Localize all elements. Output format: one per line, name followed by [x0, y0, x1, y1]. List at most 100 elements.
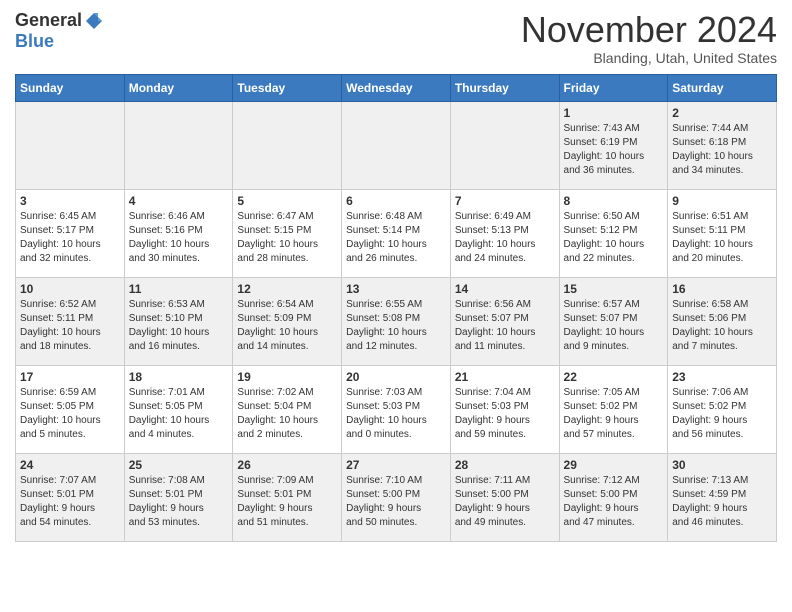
- logo-general-text: General: [15, 10, 82, 31]
- day-info: Sunrise: 6:46 AM Sunset: 5:16 PM Dayligh…: [129, 210, 229, 266]
- table-row: 2 Sunrise: 7:44 AM Sunset: 6:18 PM Daylig…: [668, 101, 777, 189]
- day-number: 8: [564, 194, 664, 208]
- table-row: 28 Sunrise: 7:11 AM Sunset: 5:00 PM Dayli…: [450, 453, 559, 541]
- col-wednesday: Wednesday: [342, 74, 451, 101]
- day-number: 27: [346, 458, 446, 472]
- col-saturday: Saturday: [668, 74, 777, 101]
- table-row: 23 Sunrise: 7:06 AM Sunset: 5:02 PM Dayli…: [668, 365, 777, 453]
- day-number: 2: [672, 106, 772, 120]
- day-number: 18: [129, 370, 229, 384]
- day-number: 15: [564, 282, 664, 296]
- table-row: 4 Sunrise: 6:46 AM Sunset: 5:16 PM Daylig…: [124, 189, 233, 277]
- day-number: 19: [237, 370, 337, 384]
- calendar-page: General Blue November 2024 Blanding, Uta…: [0, 0, 792, 552]
- day-info: Sunrise: 6:49 AM Sunset: 5:13 PM Dayligh…: [455, 210, 555, 266]
- table-row: 9Sunrise: 6:51 AM Sunset: 5:11 PM Daylig…: [668, 189, 777, 277]
- col-thursday: Thursday: [450, 74, 559, 101]
- calendar-header: Sunday Monday Tuesday Wednesday Thursday…: [16, 74, 777, 101]
- day-info: Sunrise: 6:59 AM Sunset: 5:05 PM Dayligh…: [20, 386, 120, 442]
- day-info: Sunrise: 7:04 AM Sunset: 5:03 PM Dayligh…: [455, 386, 555, 442]
- day-number: 4: [129, 194, 229, 208]
- table-row: 24 Sunrise: 7:07 AM Sunset: 5:01 PM Dayli…: [16, 453, 125, 541]
- table-row: [342, 101, 451, 189]
- day-number: 6: [346, 194, 446, 208]
- day-info: Sunrise: 7:10 AM Sunset: 5:00 PM Dayligh…: [346, 474, 446, 530]
- day-number: 29: [564, 458, 664, 472]
- table-row: 25 Sunrise: 7:08 AM Sunset: 5:01 PM Dayli…: [124, 453, 233, 541]
- day-info: Sunrise: 7:43 AM Sunset: 6:19 PM Dayligh…: [564, 122, 664, 178]
- day-info: Sunrise: 7:12 AM Sunset: 5:00 PM Dayligh…: [564, 474, 664, 530]
- day-number: 12: [237, 282, 337, 296]
- day-info: Sunrise: 6:45 AM Sunset: 5:17 PM Dayligh…: [20, 210, 120, 266]
- weekday-row: Sunday Monday Tuesday Wednesday Thursday…: [16, 74, 777, 101]
- day-info: Sunrise: 6:56 AM Sunset: 5:07 PM Dayligh…: [455, 298, 555, 354]
- table-row: 7 Sunrise: 6:49 AM Sunset: 5:13 PM Daylig…: [450, 189, 559, 277]
- day-info: Sunrise: 7:09 AM Sunset: 5:01 PM Dayligh…: [237, 474, 337, 530]
- day-info: Sunrise: 7:07 AM Sunset: 5:01 PM Dayligh…: [20, 474, 120, 530]
- table-row: 27 Sunrise: 7:10 AM Sunset: 5:00 PM Dayli…: [342, 453, 451, 541]
- col-monday: Monday: [124, 74, 233, 101]
- day-number: 23: [672, 370, 772, 384]
- day-number: 5: [237, 194, 337, 208]
- day-number: 21: [455, 370, 555, 384]
- table-row: 17 Sunrise: 6:59 AM Sunset: 5:05 PM Dayli…: [16, 365, 125, 453]
- day-info: Sunrise: 7:13 AM Sunset: 4:59 PM Dayligh…: [672, 474, 772, 530]
- day-info: Sunrise: 6:54 AM Sunset: 5:09 PM Dayligh…: [237, 298, 337, 354]
- table-row: 22Sunrise: 7:05 AM Sunset: 5:02 PM Dayli…: [559, 365, 668, 453]
- day-number: 7: [455, 194, 555, 208]
- table-row: 1Sunrise: 7:43 AM Sunset: 6:19 PM Daylig…: [559, 101, 668, 189]
- location: Blanding, Utah, United States: [521, 50, 777, 66]
- day-info: Sunrise: 7:08 AM Sunset: 5:01 PM Dayligh…: [129, 474, 229, 530]
- week-row: 17 Sunrise: 6:59 AM Sunset: 5:05 PM Dayli…: [16, 365, 777, 453]
- day-number: 3: [20, 194, 120, 208]
- table-row: 15Sunrise: 6:57 AM Sunset: 5:07 PM Dayli…: [559, 277, 668, 365]
- day-number: 25: [129, 458, 229, 472]
- table-row: 8 Sunrise: 6:50 AM Sunset: 5:12 PM Daylig…: [559, 189, 668, 277]
- day-number: 24: [20, 458, 120, 472]
- table-row: 18 Sunrise: 7:01 AM Sunset: 5:05 PM Dayli…: [124, 365, 233, 453]
- day-info: Sunrise: 6:52 AM Sunset: 5:11 PM Dayligh…: [20, 298, 120, 354]
- week-row: 10 Sunrise: 6:52 AM Sunset: 5:11 PM Dayli…: [16, 277, 777, 365]
- table-row: 16 Sunrise: 6:58 AM Sunset: 5:06 PM Dayli…: [668, 277, 777, 365]
- calendar-body: 1Sunrise: 7:43 AM Sunset: 6:19 PM Daylig…: [16, 101, 777, 541]
- day-info: Sunrise: 6:58 AM Sunset: 5:06 PM Dayligh…: [672, 298, 772, 354]
- logo-blue-text: Blue: [15, 31, 54, 51]
- table-row: 13 Sunrise: 6:55 AM Sunset: 5:08 PM Dayli…: [342, 277, 451, 365]
- table-row: 6 Sunrise: 6:48 AM Sunset: 5:14 PM Daylig…: [342, 189, 451, 277]
- day-number: 13: [346, 282, 446, 296]
- day-number: 10: [20, 282, 120, 296]
- table-row: 21 Sunrise: 7:04 AM Sunset: 5:03 PM Dayli…: [450, 365, 559, 453]
- day-info: Sunrise: 7:01 AM Sunset: 5:05 PM Dayligh…: [129, 386, 229, 442]
- table-row: 19 Sunrise: 7:02 AM Sunset: 5:04 PM Dayli…: [233, 365, 342, 453]
- day-info: Sunrise: 7:02 AM Sunset: 5:04 PM Dayligh…: [237, 386, 337, 442]
- day-info: Sunrise: 7:11 AM Sunset: 5:00 PM Dayligh…: [455, 474, 555, 530]
- day-number: 20: [346, 370, 446, 384]
- logo: General Blue: [15, 10, 104, 52]
- table-row: 5Sunrise: 6:47 AM Sunset: 5:15 PM Daylig…: [233, 189, 342, 277]
- day-number: 11: [129, 282, 229, 296]
- table-row: [450, 101, 559, 189]
- week-row: 3 Sunrise: 6:45 AM Sunset: 5:17 PM Daylig…: [16, 189, 777, 277]
- day-info: Sunrise: 6:50 AM Sunset: 5:12 PM Dayligh…: [564, 210, 664, 266]
- table-row: [16, 101, 125, 189]
- calendar-table: Sunday Monday Tuesday Wednesday Thursday…: [15, 74, 777, 542]
- week-row: 24 Sunrise: 7:07 AM Sunset: 5:01 PM Dayli…: [16, 453, 777, 541]
- day-info: Sunrise: 6:48 AM Sunset: 5:14 PM Dayligh…: [346, 210, 446, 266]
- day-info: Sunrise: 7:44 AM Sunset: 6:18 PM Dayligh…: [672, 122, 772, 178]
- table-row: 11 Sunrise: 6:53 AM Sunset: 5:10 PM Dayli…: [124, 277, 233, 365]
- table-row: 3 Sunrise: 6:45 AM Sunset: 5:17 PM Daylig…: [16, 189, 125, 277]
- day-number: 30: [672, 458, 772, 472]
- table-row: [233, 101, 342, 189]
- day-info: Sunrise: 6:55 AM Sunset: 5:08 PM Dayligh…: [346, 298, 446, 354]
- day-number: 16: [672, 282, 772, 296]
- day-number: 17: [20, 370, 120, 384]
- day-info: Sunrise: 7:05 AM Sunset: 5:02 PM Dayligh…: [564, 386, 664, 442]
- month-title: November 2024: [521, 10, 777, 50]
- day-info: Sunrise: 6:53 AM Sunset: 5:10 PM Dayligh…: [129, 298, 229, 354]
- table-row: 12 Sunrise: 6:54 AM Sunset: 5:09 PM Dayli…: [233, 277, 342, 365]
- col-sunday: Sunday: [16, 74, 125, 101]
- day-number: 28: [455, 458, 555, 472]
- table-row: 10 Sunrise: 6:52 AM Sunset: 5:11 PM Dayli…: [16, 277, 125, 365]
- table-row: 30 Sunrise: 7:13 AM Sunset: 4:59 PM Dayli…: [668, 453, 777, 541]
- day-info: Sunrise: 7:06 AM Sunset: 5:02 PM Dayligh…: [672, 386, 772, 442]
